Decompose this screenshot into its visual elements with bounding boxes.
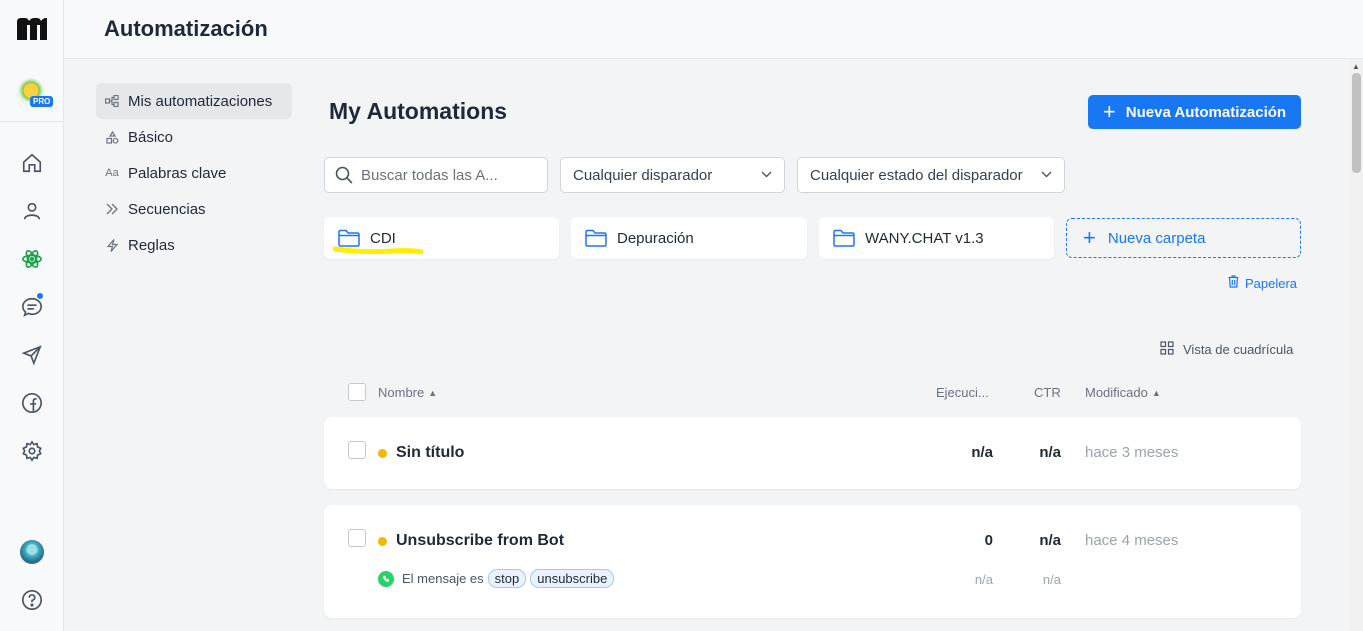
subnav-item-secuencias[interactable]: Secuencias	[96, 191, 292, 227]
facebook-icon[interactable]	[20, 391, 44, 415]
pro-badge: PRO	[30, 96, 54, 107]
trigger-label: El mensaje es	[402, 571, 484, 586]
chevron-down-icon	[1041, 169, 1052, 181]
sequence-icon	[104, 203, 120, 215]
notification-dot	[36, 292, 44, 300]
plus-icon: +	[1102, 99, 1116, 124]
top-header: Automatización	[64, 0, 1363, 59]
grid-view-toggle[interactable]: Vista de cuadrícula	[1160, 341, 1293, 358]
table-row[interactable]: Unsubscribe from Bot 0 n/a hace 4 meses …	[324, 505, 1301, 618]
subnav-label: Básico	[128, 128, 174, 146]
ctr-value: n/a	[1039, 444, 1061, 461]
grid-view-label: Vista de cuadrícula	[1183, 342, 1294, 357]
search-icon	[335, 166, 353, 184]
modified-value: hace 4 meses	[1085, 532, 1179, 549]
column-header-runs: Ejecuci...	[936, 385, 989, 400]
scroll-up-icon[interactable]: ▲	[1352, 62, 1360, 71]
rail-divider	[0, 121, 64, 122]
automation-name[interactable]: Sin título	[396, 444, 464, 462]
row-checkbox[interactable]	[348, 441, 366, 459]
new-automation-button[interactable]: + Nueva Automatización	[1088, 95, 1301, 129]
column-header-label: Modificado	[1085, 385, 1148, 400]
flow-icon	[104, 95, 120, 107]
subnav-label: Secuencias	[128, 200, 206, 218]
sort-icon: ▲	[1151, 387, 1161, 398]
folder-name: CDI	[370, 229, 396, 247]
keyword-icon: Aa	[105, 167, 119, 179]
trash-link[interactable]: Papelera	[1228, 275, 1297, 291]
settings-icon[interactable]	[20, 439, 44, 463]
manychat-logo[interactable]	[15, 16, 49, 42]
subnav-label: Reglas	[128, 236, 175, 254]
section-title: My Automations	[329, 98, 508, 124]
search-input[interactable]	[361, 166, 521, 184]
home-icon[interactable]	[20, 151, 44, 175]
left-rail: PRO	[0, 0, 64, 631]
subnav-item-mis-automatizaciones[interactable]: Mis automatizaciones	[96, 83, 292, 119]
table-row[interactable]: Sin título n/a n/a hace 3 meses	[324, 417, 1301, 489]
scrollbar-thumb[interactable]	[1352, 73, 1361, 173]
trigger-filter-value: Cualquier disparador	[573, 166, 713, 184]
subnav-label: Palabras clave	[128, 164, 227, 182]
folder-card[interactable]: WANY.CHAT v1.3	[819, 217, 1054, 259]
grid-icon	[1160, 341, 1174, 358]
column-header-modified[interactable]: Modificado ▲	[1085, 385, 1161, 400]
bolt-icon	[104, 238, 120, 252]
subnav-item-basico[interactable]: Básico	[96, 119, 292, 155]
trigger-status-filter-value: Cualquier estado del disparador	[810, 166, 1023, 184]
help-icon[interactable]	[20, 588, 44, 612]
status-dot	[378, 449, 387, 458]
keyword-chip: stop	[487, 569, 527, 588]
automation-subnav: Mis automatizaciones Básico Aa Palabras …	[96, 83, 292, 263]
new-folder-button[interactable]: + Nueva carpeta	[1066, 218, 1301, 258]
sort-icon: ▲	[428, 387, 438, 398]
automation-icon[interactable]	[20, 247, 44, 271]
subnav-label: Mis automatizaciones	[128, 92, 273, 110]
select-all-checkbox[interactable]	[348, 383, 366, 401]
status-dot	[378, 537, 387, 546]
new-folder-label: Nueva carpeta	[1107, 229, 1206, 247]
send-icon[interactable]	[20, 343, 44, 367]
modified-value: hace 3 meses	[1085, 444, 1179, 461]
ctr-value: n/a	[1039, 532, 1061, 549]
column-header-name[interactable]: Nombre ▲	[378, 385, 437, 400]
folder-icon	[833, 229, 855, 247]
column-header-label: CTR	[1034, 385, 1061, 400]
trigger-filter-select[interactable]: Cualquier disparador	[560, 157, 785, 193]
shapes-icon	[104, 130, 120, 144]
vertical-scrollbar[interactable]: ▲	[1349, 59, 1363, 631]
trash-label: Papelera	[1245, 275, 1298, 291]
trigger-ctr-value: n/a	[1042, 572, 1061, 587]
column-header-label: Nombre	[378, 385, 425, 400]
folder-icon	[338, 229, 360, 247]
runs-value: 0	[984, 532, 993, 549]
new-automation-label: Nueva Automatización	[1125, 103, 1287, 121]
keyword-chip: unsubscribe	[530, 569, 615, 588]
search-box	[324, 157, 548, 193]
subnav-item-reglas[interactable]: Reglas	[96, 227, 292, 263]
subnav-item-palabras-clave[interactable]: Aa Palabras clave	[96, 155, 292, 191]
trigger-status-filter-select[interactable]: Cualquier estado del disparador	[797, 157, 1065, 193]
trash-icon	[1228, 275, 1239, 291]
user-icon[interactable]	[20, 199, 44, 223]
folder-icon	[585, 229, 607, 247]
user-avatar[interactable]	[20, 540, 44, 564]
page-title: Automatización	[104, 16, 268, 41]
folder-card[interactable]: Depuración	[571, 217, 807, 259]
column-header-label: Ejecuci...	[936, 385, 989, 400]
column-header-ctr: CTR	[1034, 385, 1061, 400]
runs-value: n/a	[971, 444, 993, 461]
trigger-runs-value: n/a	[974, 572, 993, 587]
yellow-highlight-mark	[333, 246, 423, 255]
row-checkbox[interactable]	[348, 529, 366, 547]
whatsapp-icon	[378, 570, 394, 587]
automation-name[interactable]: Unsubscribe from Bot	[396, 532, 564, 550]
folder-name: WANY.CHAT v1.3	[865, 229, 984, 247]
trigger-summary: El mensaje es stop unsubscribe	[378, 569, 615, 588]
chevron-down-icon	[761, 169, 772, 181]
plus-icon: +	[1083, 225, 1096, 250]
folder-name: Depuración	[617, 229, 694, 247]
